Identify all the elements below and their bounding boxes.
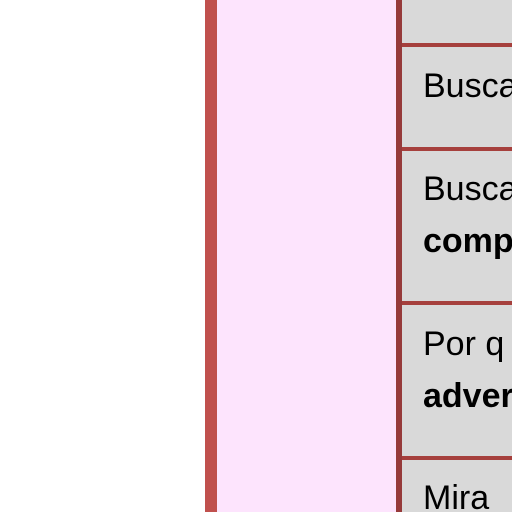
side-column (217, 0, 396, 512)
row-divider (402, 43, 512, 47)
table-row: Busca (423, 60, 512, 112)
table-row: Mira (423, 472, 489, 524)
table-row: Busca comp (423, 163, 512, 267)
cell-line-bold: adver (423, 377, 512, 415)
cell-line: Mira (423, 479, 490, 517)
cell-line-bold: comp (423, 222, 512, 260)
cell-line: Busca (423, 170, 512, 208)
row-divider (402, 301, 512, 305)
row-divider (402, 147, 512, 151)
accent-bar (205, 0, 217, 512)
table-row: Por q adver (423, 318, 512, 422)
row-divider (402, 456, 512, 460)
cell-line: Por q (423, 325, 505, 363)
cell-line: Busca (423, 67, 512, 105)
